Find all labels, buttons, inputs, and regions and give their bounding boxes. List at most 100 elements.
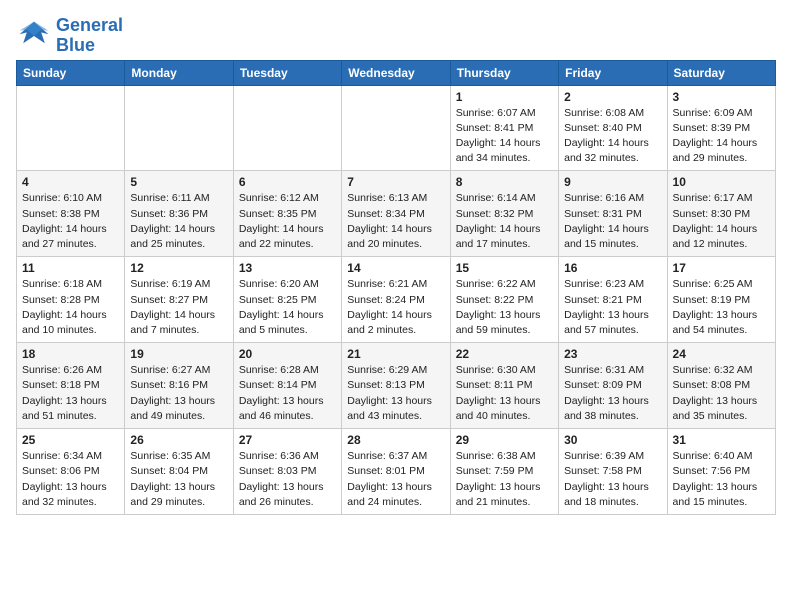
calendar-cell: 7 Sunrise: 6:13 AM Sunset: 8:34 PM Daylig… — [342, 171, 450, 257]
weekday-header-tuesday: Tuesday — [233, 60, 341, 85]
day-number: 14 — [347, 261, 444, 275]
week-row-4: 18 Sunrise: 6:26 AM Sunset: 8:18 PM Dayli… — [17, 343, 776, 429]
day-info: Sunrise: 6:28 AM Sunset: 8:14 PM Dayligh… — [239, 363, 336, 424]
day-info: Sunrise: 6:26 AM Sunset: 8:18 PM Dayligh… — [22, 363, 119, 424]
day-info: Sunrise: 6:35 AM Sunset: 8:04 PM Dayligh… — [130, 449, 227, 510]
day-number: 31 — [673, 433, 770, 447]
day-number: 13 — [239, 261, 336, 275]
logo: General Blue — [16, 16, 123, 56]
day-number: 3 — [673, 90, 770, 104]
day-number: 21 — [347, 347, 444, 361]
day-info: Sunrise: 6:09 AM Sunset: 8:39 PM Dayligh… — [673, 106, 770, 167]
day-number: 28 — [347, 433, 444, 447]
calendar-cell — [125, 85, 233, 171]
day-number: 10 — [673, 175, 770, 189]
weekday-header-thursday: Thursday — [450, 60, 558, 85]
day-info: Sunrise: 6:22 AM Sunset: 8:22 PM Dayligh… — [456, 277, 553, 338]
calendar-cell: 25 Sunrise: 6:34 AM Sunset: 8:06 PM Dayli… — [17, 429, 125, 515]
calendar-cell: 9 Sunrise: 6:16 AM Sunset: 8:31 PM Daylig… — [559, 171, 667, 257]
day-number: 22 — [456, 347, 553, 361]
day-number: 30 — [564, 433, 661, 447]
calendar-cell: 31 Sunrise: 6:40 AM Sunset: 7:56 PM Dayli… — [667, 429, 775, 515]
week-row-5: 25 Sunrise: 6:34 AM Sunset: 8:06 PM Dayli… — [17, 429, 776, 515]
day-number: 11 — [22, 261, 119, 275]
day-info: Sunrise: 6:29 AM Sunset: 8:13 PM Dayligh… — [347, 363, 444, 424]
day-number: 8 — [456, 175, 553, 189]
weekday-header-sunday: Sunday — [17, 60, 125, 85]
calendar-cell: 17Sunrise: 6:25 AM Sunset: 8:19 PM Dayli… — [667, 257, 775, 343]
day-number: 23 — [564, 347, 661, 361]
day-number: 26 — [130, 433, 227, 447]
day-number: 2 — [564, 90, 661, 104]
day-number: 27 — [239, 433, 336, 447]
calendar-cell: 27 Sunrise: 6:36 AM Sunset: 8:03 PM Dayli… — [233, 429, 341, 515]
calendar-cell: 8 Sunrise: 6:14 AM Sunset: 8:32 PM Daylig… — [450, 171, 558, 257]
day-number: 25 — [22, 433, 119, 447]
calendar-cell: 5Sunrise: 6:11 AM Sunset: 8:36 PM Daylig… — [125, 171, 233, 257]
weekday-header-friday: Friday — [559, 60, 667, 85]
week-row-3: 11 Sunrise: 6:18 AM Sunset: 8:28 PM Dayli… — [17, 257, 776, 343]
day-info: Sunrise: 6:27 AM Sunset: 8:16 PM Dayligh… — [130, 363, 227, 424]
logo-text: General Blue — [56, 16, 123, 56]
calendar-cell: 30Sunrise: 6:39 AM Sunset: 7:58 PM Dayli… — [559, 429, 667, 515]
day-info: Sunrise: 6:32 AM Sunset: 8:08 PM Dayligh… — [673, 363, 770, 424]
calendar-header: SundayMondayTuesdayWednesdayThursdayFrid… — [17, 60, 776, 85]
calendar-cell: 14Sunrise: 6:21 AM Sunset: 8:24 PM Dayli… — [342, 257, 450, 343]
day-number: 4 — [22, 175, 119, 189]
calendar-cell: 26 Sunrise: 6:35 AM Sunset: 8:04 PM Dayli… — [125, 429, 233, 515]
calendar-body: 1 Sunrise: 6:07 AM Sunset: 8:41 PM Daylig… — [17, 85, 776, 514]
day-info: Sunrise: 6:36 AM Sunset: 8:03 PM Dayligh… — [239, 449, 336, 510]
page-header: General Blue — [16, 16, 776, 56]
day-number: 12 — [130, 261, 227, 275]
day-info: Sunrise: 6:20 AM Sunset: 8:25 PM Dayligh… — [239, 277, 336, 338]
day-number: 1 — [456, 90, 553, 104]
day-info: Sunrise: 6:31 AM Sunset: 8:09 PM Dayligh… — [564, 363, 661, 424]
day-info: Sunrise: 6:38 AM Sunset: 7:59 PM Dayligh… — [456, 449, 553, 510]
calendar-cell: 3 Sunrise: 6:09 AM Sunset: 8:39 PM Daylig… — [667, 85, 775, 171]
calendar-cell: 13 Sunrise: 6:20 AM Sunset: 8:25 PM Dayli… — [233, 257, 341, 343]
calendar-cell: 4 Sunrise: 6:10 AM Sunset: 8:38 PM Daylig… — [17, 171, 125, 257]
calendar-cell: 29 Sunrise: 6:38 AM Sunset: 7:59 PM Dayli… — [450, 429, 558, 515]
weekday-header-saturday: Saturday — [667, 60, 775, 85]
day-info: Sunrise: 6:07 AM Sunset: 8:41 PM Dayligh… — [456, 106, 553, 167]
day-info: Sunrise: 6:13 AM Sunset: 8:34 PM Dayligh… — [347, 191, 444, 252]
day-info: Sunrise: 6:16 AM Sunset: 8:31 PM Dayligh… — [564, 191, 661, 252]
day-number: 6 — [239, 175, 336, 189]
day-info: Sunrise: 6:19 AM Sunset: 8:27 PM Dayligh… — [130, 277, 227, 338]
calendar-cell: 1 Sunrise: 6:07 AM Sunset: 8:41 PM Daylig… — [450, 85, 558, 171]
day-info: Sunrise: 6:25 AM Sunset: 8:19 PM Dayligh… — [673, 277, 770, 338]
day-number: 16 — [564, 261, 661, 275]
calendar-cell: 24 Sunrise: 6:32 AM Sunset: 8:08 PM Dayli… — [667, 343, 775, 429]
calendar-cell — [342, 85, 450, 171]
calendar-cell: 20 Sunrise: 6:28 AM Sunset: 8:14 PM Dayli… — [233, 343, 341, 429]
day-number: 24 — [673, 347, 770, 361]
day-info: Sunrise: 6:23 AM Sunset: 8:21 PM Dayligh… — [564, 277, 661, 338]
calendar-cell: 6Sunrise: 6:12 AM Sunset: 8:35 PM Daylig… — [233, 171, 341, 257]
calendar-cell: 21 Sunrise: 6:29 AM Sunset: 8:13 PM Dayli… — [342, 343, 450, 429]
day-number: 18 — [22, 347, 119, 361]
day-number: 19 — [130, 347, 227, 361]
day-info: Sunrise: 6:30 AM Sunset: 8:11 PM Dayligh… — [456, 363, 553, 424]
weekday-header-monday: Monday — [125, 60, 233, 85]
week-row-1: 1 Sunrise: 6:07 AM Sunset: 8:41 PM Daylig… — [17, 85, 776, 171]
calendar-cell: 12 Sunrise: 6:19 AM Sunset: 8:27 PM Dayli… — [125, 257, 233, 343]
day-info: Sunrise: 6:10 AM Sunset: 8:38 PM Dayligh… — [22, 191, 119, 252]
day-number: 20 — [239, 347, 336, 361]
calendar-cell: 18 Sunrise: 6:26 AM Sunset: 8:18 PM Dayli… — [17, 343, 125, 429]
day-info: Sunrise: 6:40 AM Sunset: 7:56 PM Dayligh… — [673, 449, 770, 510]
day-info: Sunrise: 6:11 AM Sunset: 8:36 PM Dayligh… — [130, 191, 227, 252]
day-number: 7 — [347, 175, 444, 189]
day-info: Sunrise: 6:37 AM Sunset: 8:01 PM Dayligh… — [347, 449, 444, 510]
logo-bird-icon — [16, 18, 52, 54]
day-info: Sunrise: 6:34 AM Sunset: 8:06 PM Dayligh… — [22, 449, 119, 510]
day-number: 29 — [456, 433, 553, 447]
day-number: 15 — [456, 261, 553, 275]
calendar-cell: 19 Sunrise: 6:27 AM Sunset: 8:16 PM Dayli… — [125, 343, 233, 429]
day-number: 9 — [564, 175, 661, 189]
day-info: Sunrise: 6:18 AM Sunset: 8:28 PM Dayligh… — [22, 277, 119, 338]
day-info: Sunrise: 6:14 AM Sunset: 8:32 PM Dayligh… — [456, 191, 553, 252]
calendar-cell: 23 Sunrise: 6:31 AM Sunset: 8:09 PM Dayli… — [559, 343, 667, 429]
calendar-cell: 10Sunrise: 6:17 AM Sunset: 8:30 PM Dayli… — [667, 171, 775, 257]
calendar-cell: 11 Sunrise: 6:18 AM Sunset: 8:28 PM Dayli… — [17, 257, 125, 343]
week-row-2: 4 Sunrise: 6:10 AM Sunset: 8:38 PM Daylig… — [17, 171, 776, 257]
